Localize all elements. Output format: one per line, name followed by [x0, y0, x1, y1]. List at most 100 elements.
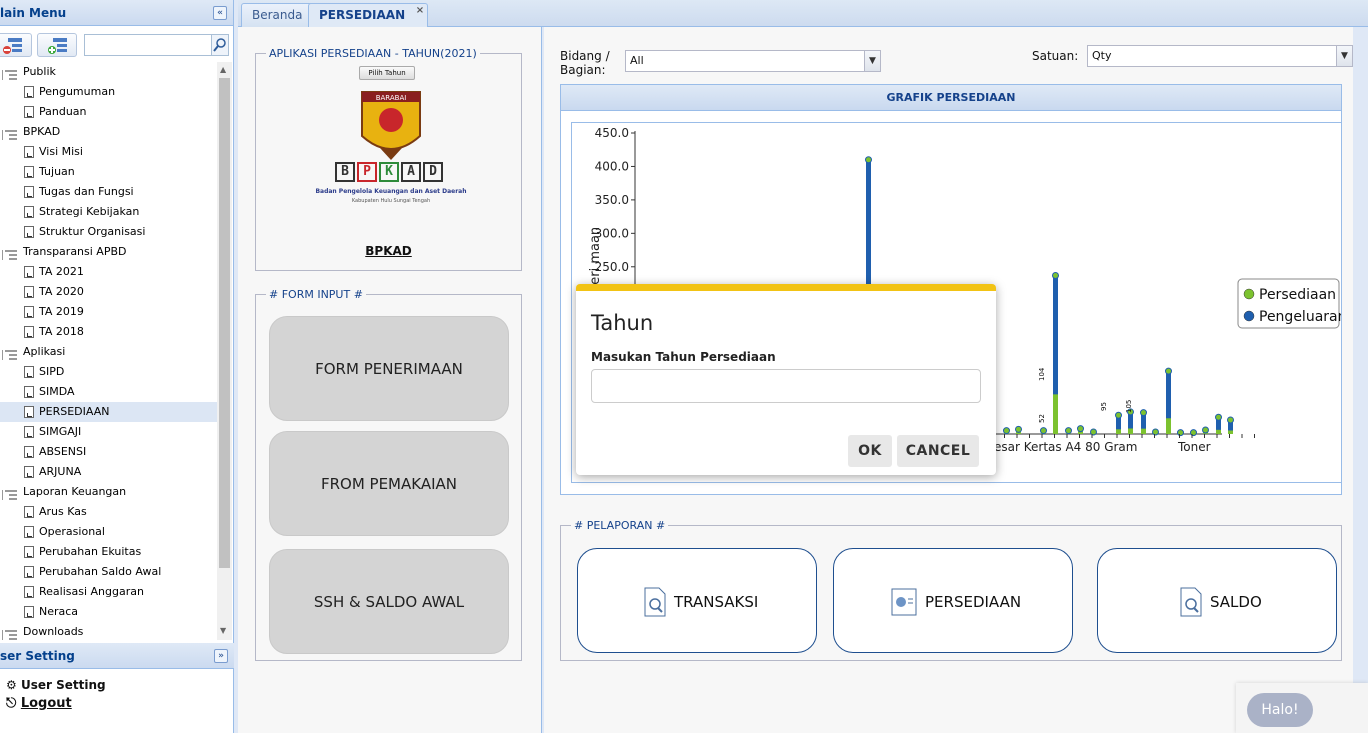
logo-line1: Badan Pengelola Keuangan dan Aset Daerah	[315, 188, 467, 195]
tree-leaf[interactable]: TA 2020	[0, 282, 217, 302]
logout-link[interactable]: ⎋ Logout	[6, 695, 72, 713]
form-pemakaian-button[interactable]: FROM PEMAKAIAN	[269, 431, 509, 536]
tree-node-label: Realisasi Anggaran	[39, 585, 144, 598]
tab-beranda[interactable]: Beranda	[241, 3, 314, 27]
folder-list-icon	[1, 127, 17, 140]
bpkad-link[interactable]: BPKAD	[256, 244, 521, 258]
legend-label: Persediaan	[1259, 287, 1336, 303]
bpkad-logo: BARABAI BPKAD Badan Pengelola Keuangan d…	[302, 88, 480, 208]
persediaan-report-button[interactable]: PERSEDIAAN	[833, 548, 1073, 653]
tree-leaf[interactable]: Realisasi Anggaran	[0, 582, 217, 602]
collapse-user-icon[interactable]: »	[214, 649, 228, 663]
tree-node-label: Tujuan	[39, 165, 75, 178]
tree-node-label: Pengumuman	[39, 85, 116, 98]
close-icon[interactable]: ×	[416, 4, 424, 18]
collapse-left-icon[interactable]: «	[213, 6, 227, 20]
bar-cap-marker	[1003, 427, 1010, 435]
tree-leaf[interactable]: Tugas dan Fungsi	[0, 182, 217, 202]
ok-button[interactable]: OK	[848, 435, 892, 467]
tree-node-label: TA 2018	[39, 325, 84, 338]
tree-node-label: Tugas dan Fungsi	[39, 185, 134, 198]
cancel-button[interactable]: CANCEL	[897, 435, 979, 467]
search-icon[interactable]	[212, 34, 229, 56]
satuan-label: Satuan:	[1032, 49, 1079, 63]
menu-tree: Publik Pengumuman Panduan BPKAD Visi Misi Tuj…	[0, 62, 217, 640]
tree-leaf[interactable]: PERSEDIAAN	[0, 402, 217, 422]
scroll-thumb[interactable]	[219, 78, 230, 568]
scroll-up-icon[interactable]: ▲	[220, 65, 226, 74]
dialog-title: Tahun	[591, 311, 654, 335]
user-setting-link[interactable]: ⚙ User Setting	[6, 676, 106, 694]
bar-cap-marker	[1065, 427, 1072, 435]
tree-leaf[interactable]: Neraca	[0, 602, 217, 622]
tree-leaf[interactable]: Tujuan	[0, 162, 217, 182]
tree-toolbar	[0, 30, 232, 60]
page-link-icon	[24, 166, 34, 178]
tree-folder[interactable]: Publik	[0, 62, 217, 82]
satuan-select[interactable]: Qty ▼	[1087, 45, 1353, 67]
scroll-down-icon[interactable]: ▼	[220, 626, 226, 635]
tree-search-input[interactable]	[84, 34, 212, 56]
app-title: APLIKASI PERSEDIAAN - TAHUN(2021)	[269, 47, 477, 60]
tree-leaf[interactable]: Struktur Organisasi	[0, 222, 217, 242]
tree-leaf[interactable]: SIMDA	[0, 382, 217, 402]
tree-node-label: SIPD	[39, 365, 65, 378]
tree-scrollbar[interactable]: ▲ ▼	[217, 62, 232, 640]
ssh-saldo-awal-button[interactable]: SSH & SALDO AWAL	[269, 549, 509, 654]
tahun-dialog: Tahun Masukan Tahun Persediaan OK CANCEL	[576, 284, 996, 475]
tree-node-label: BPKAD	[23, 125, 61, 138]
tree-folder[interactable]: Aplikasi	[0, 342, 217, 362]
tree-leaf[interactable]: Perubahan Saldo Awal	[0, 562, 217, 582]
collapse-all-button[interactable]	[0, 33, 32, 57]
tree-leaf[interactable]: Arus Kas	[0, 502, 217, 522]
tree-leaf[interactable]: Pengumuman	[0, 82, 217, 102]
expand-tree-icon	[48, 38, 67, 54]
transaksi-button[interactable]: TRANSAKSI	[577, 548, 817, 653]
app-info-fieldset: APLIKASI PERSEDIAAN - TAHUN(2021) Pilih …	[255, 47, 522, 271]
tree-leaf[interactable]: Strategi Kebijakan	[0, 202, 217, 222]
bar-value-label: 95	[1100, 402, 1108, 411]
page-link-icon	[24, 406, 34, 418]
tab-persediaan[interactable]: PERSEDIAAN ×	[308, 3, 429, 27]
tree-node-label: Laporan Keuangan	[23, 485, 127, 498]
tree-leaf[interactable]: Panduan	[0, 102, 217, 122]
tree-leaf[interactable]: ARJUNA	[0, 462, 217, 482]
page-link-icon	[24, 206, 34, 218]
saldo-button[interactable]: SALDO	[1097, 548, 1337, 653]
tree-leaf[interactable]: Visi Misi	[0, 142, 217, 162]
form-penerimaan-button[interactable]: FORM PENERIMAAN	[269, 316, 509, 421]
tree-leaf[interactable]: Perubahan Ekuitas	[0, 542, 217, 562]
bidang-select[interactable]: All ▼	[625, 50, 881, 72]
logo-letter: P	[357, 162, 377, 182]
chat-button[interactable]: Halo!	[1247, 693, 1313, 727]
tree-folder[interactable]: Laporan Keuangan	[0, 482, 217, 502]
chevron-down-icon[interactable]: ▼	[1336, 46, 1352, 66]
page-link-icon	[24, 506, 34, 518]
tree-folder[interactable]: Downloads	[0, 622, 217, 640]
tree-leaf[interactable]: SIMGAJI	[0, 422, 217, 442]
logo-band: BARABAI	[376, 94, 407, 102]
tree-node-label: Neraca	[39, 605, 79, 618]
bar-cap-marker	[1040, 427, 1047, 435]
tree-leaf[interactable]: TA 2019	[0, 302, 217, 322]
bidang-label: Bidang / Bagian:	[560, 49, 610, 77]
pilih-tahun-button[interactable]: Pilih Tahun	[359, 66, 415, 80]
dialog-label: Masukan Tahun Persediaan	[591, 350, 776, 364]
tree-leaf[interactable]: ABSENSI	[0, 442, 217, 462]
tree-folder[interactable]: BPKAD	[0, 122, 217, 142]
tree-leaf[interactable]: Operasional	[0, 522, 217, 542]
logo-letter: B	[335, 162, 355, 182]
bar-cap-marker	[1140, 409, 1147, 417]
tree-leaf[interactable]: TA 2018	[0, 322, 217, 342]
expand-all-button[interactable]	[37, 33, 77, 57]
logo-letter: K	[379, 162, 399, 182]
bar-cap-marker	[1177, 429, 1184, 437]
tree-leaf[interactable]: SIPD	[0, 362, 217, 382]
chevron-down-icon[interactable]: ▼	[864, 51, 880, 71]
bar-cap-marker	[1215, 413, 1222, 421]
folder-list-icon	[1, 67, 17, 80]
tahun-input[interactable]	[591, 369, 981, 403]
tree-leaf[interactable]: TA 2021	[0, 262, 217, 282]
bar-cap-marker	[1015, 425, 1022, 433]
tree-folder[interactable]: Transparansi APBD	[0, 242, 217, 262]
